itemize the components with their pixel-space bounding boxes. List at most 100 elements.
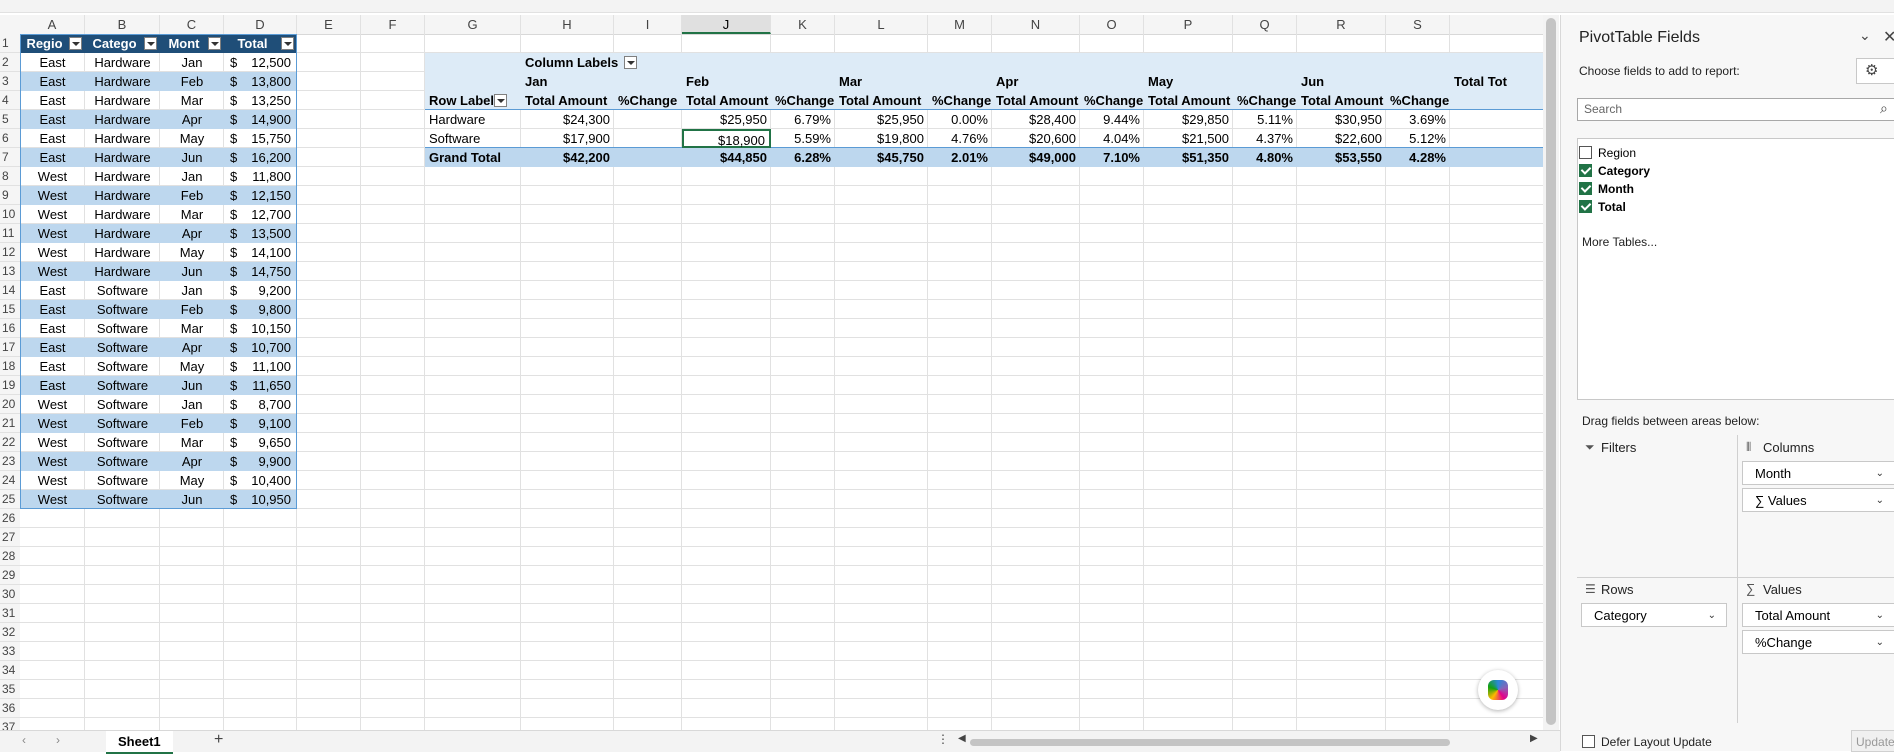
table-cell[interactable]: Hardware [85,224,160,243]
pivot-value-cell[interactable]: 4.76% [928,129,992,148]
horizontal-scroll-thumb[interactable] [970,739,1450,746]
table-cell-total[interactable]: $10,150 [224,319,297,338]
filter-dropdown-icon[interactable] [281,37,294,50]
field-category[interactable]: Category [1579,161,1650,181]
column-header-k[interactable]: K [771,15,835,34]
pivot-grand-total-cell[interactable] [614,148,682,167]
table-cell[interactable]: East [20,91,85,110]
filter-dropdown-icon[interactable] [144,37,157,50]
table-cell-total[interactable]: $11,650 [224,376,297,395]
table-cell[interactable]: Hardware [85,186,160,205]
column-header-a[interactable]: A [20,15,85,34]
column-header-r[interactable]: R [1297,15,1386,34]
table-cell-total[interactable]: $9,900 [224,452,297,471]
table-cell[interactable]: Feb [160,414,224,433]
column-header-f[interactable]: F [361,15,425,34]
filter-dropdown-icon[interactable] [208,37,221,50]
pivot-grand-total-cell[interactable]: $42,200 [521,148,614,167]
table-cell[interactable]: West [20,167,85,186]
vertical-scroll-thumb[interactable] [1546,18,1556,725]
pivot-change-header[interactable]: %Change [928,91,992,110]
table-cell[interactable]: Feb [160,300,224,319]
chevron-down-icon[interactable]: ⌄ [1859,27,1871,44]
table-cell-total[interactable]: $14,100 [224,243,297,262]
field-region[interactable]: Region [1579,143,1636,163]
table-cell[interactable]: Jan [160,281,224,300]
pivot-value-cell[interactable]: $22,600 [1297,129,1386,148]
table-cell[interactable]: Software [85,338,160,357]
pivot-value-cell[interactable]: $28,400 [992,110,1080,129]
field-month[interactable]: Month [1579,179,1634,199]
table-cell[interactable]: Mar [160,205,224,224]
table-cell-total[interactable]: $13,250 [224,91,297,110]
pivot-change-header[interactable]: %Change [1233,91,1297,110]
table-cell-total[interactable]: $12,150 [224,186,297,205]
table-cell-total[interactable]: $9,100 [224,414,297,433]
field-search[interactable]: Search ⌕ [1577,98,1894,121]
row-header-3[interactable]: 3 [0,72,20,91]
table-header-cell[interactable]: Catego [85,34,160,53]
filter-dropdown-icon[interactable] [624,56,638,69]
table-cell[interactable]: Feb [160,186,224,205]
pivot-grand-total-cell[interactable]: 4.80% [1233,148,1297,167]
table-cell-total[interactable]: $12,700 [224,205,297,224]
table-cell[interactable]: Hardware [85,243,160,262]
scroll-right-icon[interactable]: › [56,733,60,747]
pivot-change-header[interactable]: %Change [1080,91,1144,110]
pivot-grand-total-cell[interactable]: $49,000 [992,148,1080,167]
table-cell[interactable]: East [20,148,85,167]
values-item-change[interactable]: %Change ⌄ [1742,630,1894,654]
close-icon[interactable]: ✕ [1883,27,1894,47]
row-header-12[interactable]: 12 [0,243,20,262]
rows-item-category[interactable]: Category ⌄ [1581,603,1727,627]
row-header-36[interactable]: 36 [0,699,20,718]
table-cell[interactable]: Software [85,490,160,509]
pivot-total-amount-header[interactable]: Total Amount [521,91,614,110]
column-header-h[interactable]: H [521,15,614,34]
settings-button[interactable]: ⚙ [1856,58,1894,84]
table-cell[interactable]: Jun [160,376,224,395]
table-cell[interactable]: East [20,110,85,129]
table-cell[interactable]: Mar [160,91,224,110]
field-total[interactable]: Total [1579,197,1626,217]
pivot-value-cell[interactable]: $20,600 [992,129,1080,148]
column-header-p[interactable]: P [1144,15,1233,34]
row-header-19[interactable]: 19 [0,376,20,395]
pivot-value-cell[interactable]: 5.12% [1386,129,1450,148]
row-header-28[interactable]: 28 [0,547,20,566]
table-cell[interactable]: Jan [160,395,224,414]
hscroll-right-icon[interactable]: ▶ [1530,733,1538,744]
worksheet-grid[interactable]: Regio Catego Mont Total East Hardware Jan $12,5… [20,34,1543,730]
row-header-7[interactable]: 7 [0,148,20,167]
table-cell[interactable]: West [20,414,85,433]
row-header-14[interactable]: 14 [0,281,20,300]
pivot-total-amount-header[interactable]: Total Amount [1144,91,1233,110]
filter-dropdown-icon[interactable] [69,37,82,50]
table-cell[interactable]: West [20,243,85,262]
table-cell[interactable]: Jan [160,167,224,186]
table-cell[interactable]: Hardware [85,91,160,110]
hscroll-left-icon[interactable]: ◀ [958,733,966,744]
table-header-cell[interactable]: Regio [20,34,85,53]
more-tables-link[interactable]: More Tables... [1582,235,1657,249]
table-cell[interactable]: Hardware [85,129,160,148]
table-cell[interactable]: West [20,471,85,490]
pivot-change-header[interactable]: %Change [771,91,835,110]
pivot-value-cell[interactable]: 6.79% [771,110,835,129]
column-header-o[interactable]: O [1080,15,1144,34]
column-header-i[interactable]: I [614,15,682,34]
table-cell[interactable]: Apr [160,224,224,243]
table-cell[interactable]: Apr [160,110,224,129]
pivot-change-header[interactable]: %Change [1386,91,1450,110]
row-header-10[interactable]: 10 [0,205,20,224]
table-cell[interactable]: Software [85,281,160,300]
pivot-month-header[interactable]: Apr [992,72,1080,91]
table-cell[interactable]: West [20,205,85,224]
column-header-n[interactable]: N [992,15,1080,34]
table-cell-total[interactable]: $15,750 [224,129,297,148]
values-item-total-amount[interactable]: Total Amount ⌄ [1742,603,1894,627]
table-cell-total[interactable]: $9,650 [224,433,297,452]
row-header-5[interactable]: 5 [0,110,20,129]
table-cell[interactable]: Software [85,319,160,338]
table-cell[interactable]: Software [85,357,160,376]
